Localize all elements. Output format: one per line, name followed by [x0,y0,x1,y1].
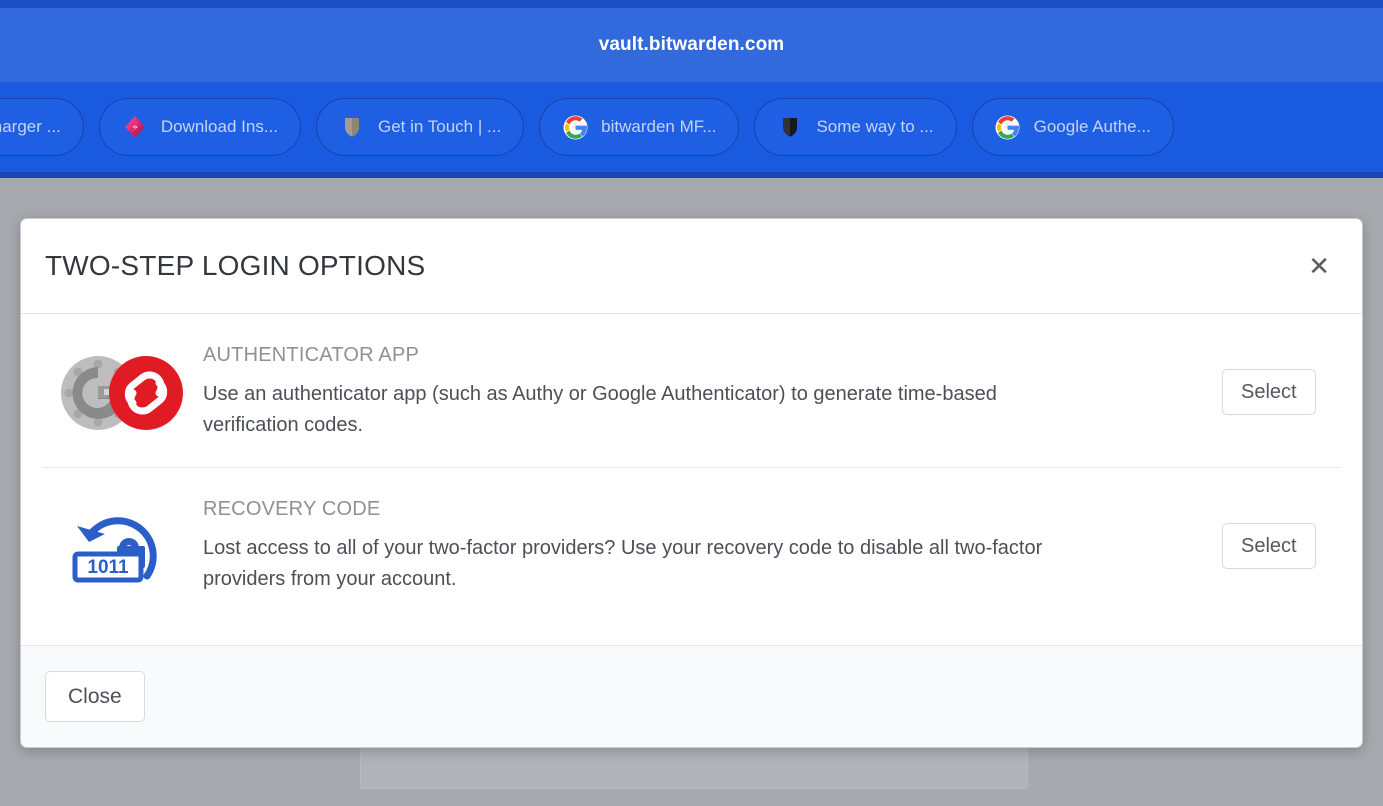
list-item: 1011 RECOVERY CODE Lost access to all of… [43,467,1340,621]
two-step-login-options-dialog: TWO-STEP LOGIN OPTIONS ✕ AUTHENTICATOR A… [20,218,1363,748]
dialog-header: TWO-STEP LOGIN OPTIONS ✕ [21,219,1362,314]
browser-tab-label: bitwarden MF... [601,117,717,136]
chrome-top-strip [0,0,1383,8]
browser-tab-label: Google Authe... [1033,117,1151,136]
option-text-block: RECOVERY CODE Lost access to all of your… [203,496,1222,595]
browser-chrome: vault.bitwarden.com l Charger ... Downlo… [0,0,1383,178]
recovery-icon-digits: 1011 [87,557,129,578]
browser-tab-2[interactable]: Get in Touch | ... [316,98,525,156]
option-title: RECOVERY CODE [203,498,381,520]
dialog-footer: Close [21,645,1362,747]
browser-tab-label: Download Ins... [160,117,278,136]
browser-tab-strip[interactable]: l Charger ... Download Ins... [0,82,1383,172]
google-g-icon [562,114,588,140]
browser-tab-5[interactable]: Google Authe... [971,98,1174,156]
browser-tab-0[interactable]: l Charger ... [0,98,84,156]
browser-tab-label: Get in Touch | ... [378,117,502,136]
bitwarden-pink-shield-icon [122,114,148,140]
list-item: AUTHENTICATOR APP Use an authenticator a… [43,314,1340,467]
close-icon[interactable]: ✕ [1302,249,1336,283]
browser-tab-label: l Charger ... [0,117,61,136]
option-title: AUTHENTICATOR APP [203,344,420,366]
browser-tab-label: Some way to ... [816,117,934,136]
option-action-cell: Select [1222,522,1340,569]
option-description: Use an authenticator app (such as Authy … [203,383,997,436]
option-text-block: AUTHENTICATOR APP Use an authenticator a… [203,342,1222,441]
browser-tab-3[interactable]: bitwarden MF... [539,98,740,156]
close-button[interactable]: Close [45,670,145,723]
browser-url-bar[interactable]: vault.bitwarden.com [0,8,1383,82]
background-form-field [360,743,1028,789]
dialog-body: AUTHENTICATOR APP Use an authenticator a… [21,314,1362,645]
select-recovery-code-button[interactable]: Select [1222,522,1316,569]
option-description: Lost access to all of your two-factor pr… [203,537,1043,590]
gray-shield-icon [339,114,365,140]
dark-shield-icon [777,114,803,140]
recovery-code-icon: 1011 [43,496,203,594]
select-authenticator-app-button[interactable]: Select [1222,368,1316,415]
browser-tab-4[interactable]: Some way to ... [754,98,957,156]
google-g-icon [995,114,1021,140]
browser-tab-1[interactable]: Download Ins... [98,98,301,156]
page-title: TWO-STEP LOGIN OPTIONS [45,250,426,281]
option-action-cell: Select [1222,368,1340,415]
authenticator-apps-icon [43,342,203,434]
url-text: vault.bitwarden.com [598,34,785,55]
